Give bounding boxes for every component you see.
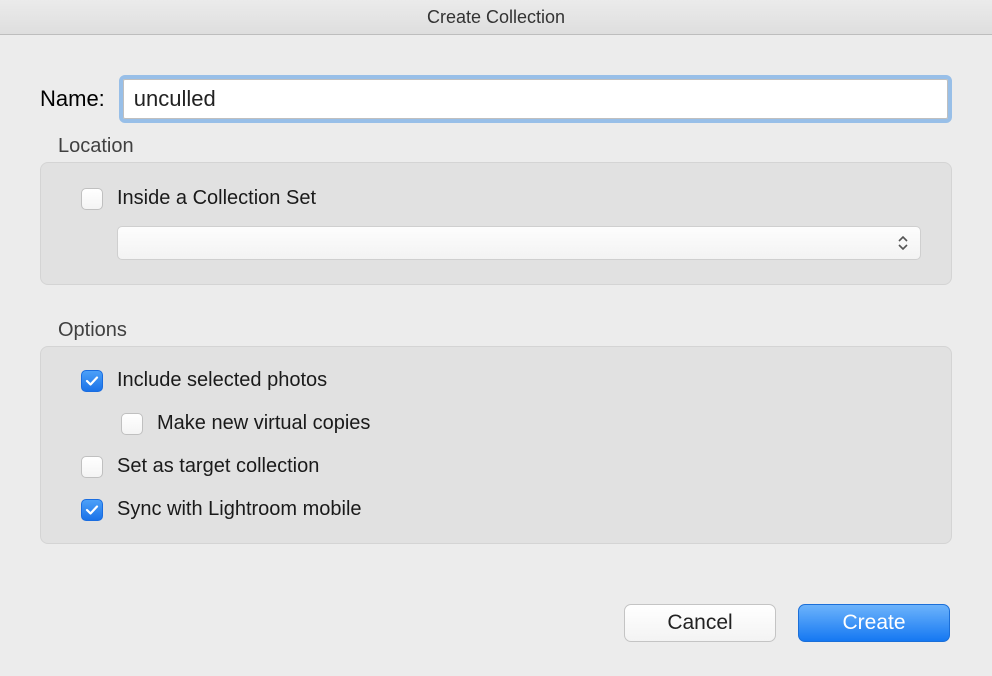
include-selected-label: Include selected photos (117, 369, 327, 392)
set-target-label: Set as target collection (117, 455, 319, 478)
inside-collection-set-checkbox[interactable] (81, 188, 103, 210)
sync-mobile-checkbox[interactable] (81, 499, 103, 521)
checkmark-icon (85, 503, 99, 517)
inside-collection-set-label: Inside a Collection Set (117, 187, 316, 210)
cancel-button[interactable]: Cancel (624, 604, 776, 642)
options-section-label: Options (58, 319, 952, 342)
title-bar: Create Collection (0, 0, 992, 35)
location-panel: Inside a Collection Set (40, 162, 952, 285)
create-button-label: Create (842, 611, 905, 635)
sync-mobile-label: Sync with Lightroom mobile (117, 498, 362, 521)
include-selected-checkbox[interactable] (81, 370, 103, 392)
name-row: Name: (40, 75, 952, 123)
collection-set-dropdown[interactable] (117, 226, 921, 260)
stepper-arrows-icon (898, 236, 908, 250)
name-input-focus-ring (119, 75, 952, 123)
cancel-button-label: Cancel (667, 611, 732, 635)
make-virtual-label: Make new virtual copies (157, 412, 370, 435)
inside-collection-set-row: Inside a Collection Set (81, 187, 921, 210)
name-input[interactable] (123, 79, 948, 119)
sync-mobile-row: Sync with Lightroom mobile (81, 498, 921, 521)
make-virtual-checkbox[interactable] (121, 413, 143, 435)
include-selected-row: Include selected photos (81, 369, 921, 392)
dialog-content: Name: Location Inside a Collection Set O… (0, 35, 992, 676)
make-virtual-row: Make new virtual copies (121, 412, 921, 435)
name-label: Name: (40, 86, 105, 112)
collection-set-dropdown-row (117, 226, 921, 260)
options-panel: Include selected photos Make new virtual… (40, 346, 952, 544)
button-row: Cancel Create (624, 604, 950, 642)
checkmark-icon (85, 374, 99, 388)
window-title: Create Collection (427, 7, 565, 28)
set-target-row: Set as target collection (81, 455, 921, 478)
create-button[interactable]: Create (798, 604, 950, 642)
set-target-checkbox[interactable] (81, 456, 103, 478)
location-section-label: Location (58, 135, 952, 158)
